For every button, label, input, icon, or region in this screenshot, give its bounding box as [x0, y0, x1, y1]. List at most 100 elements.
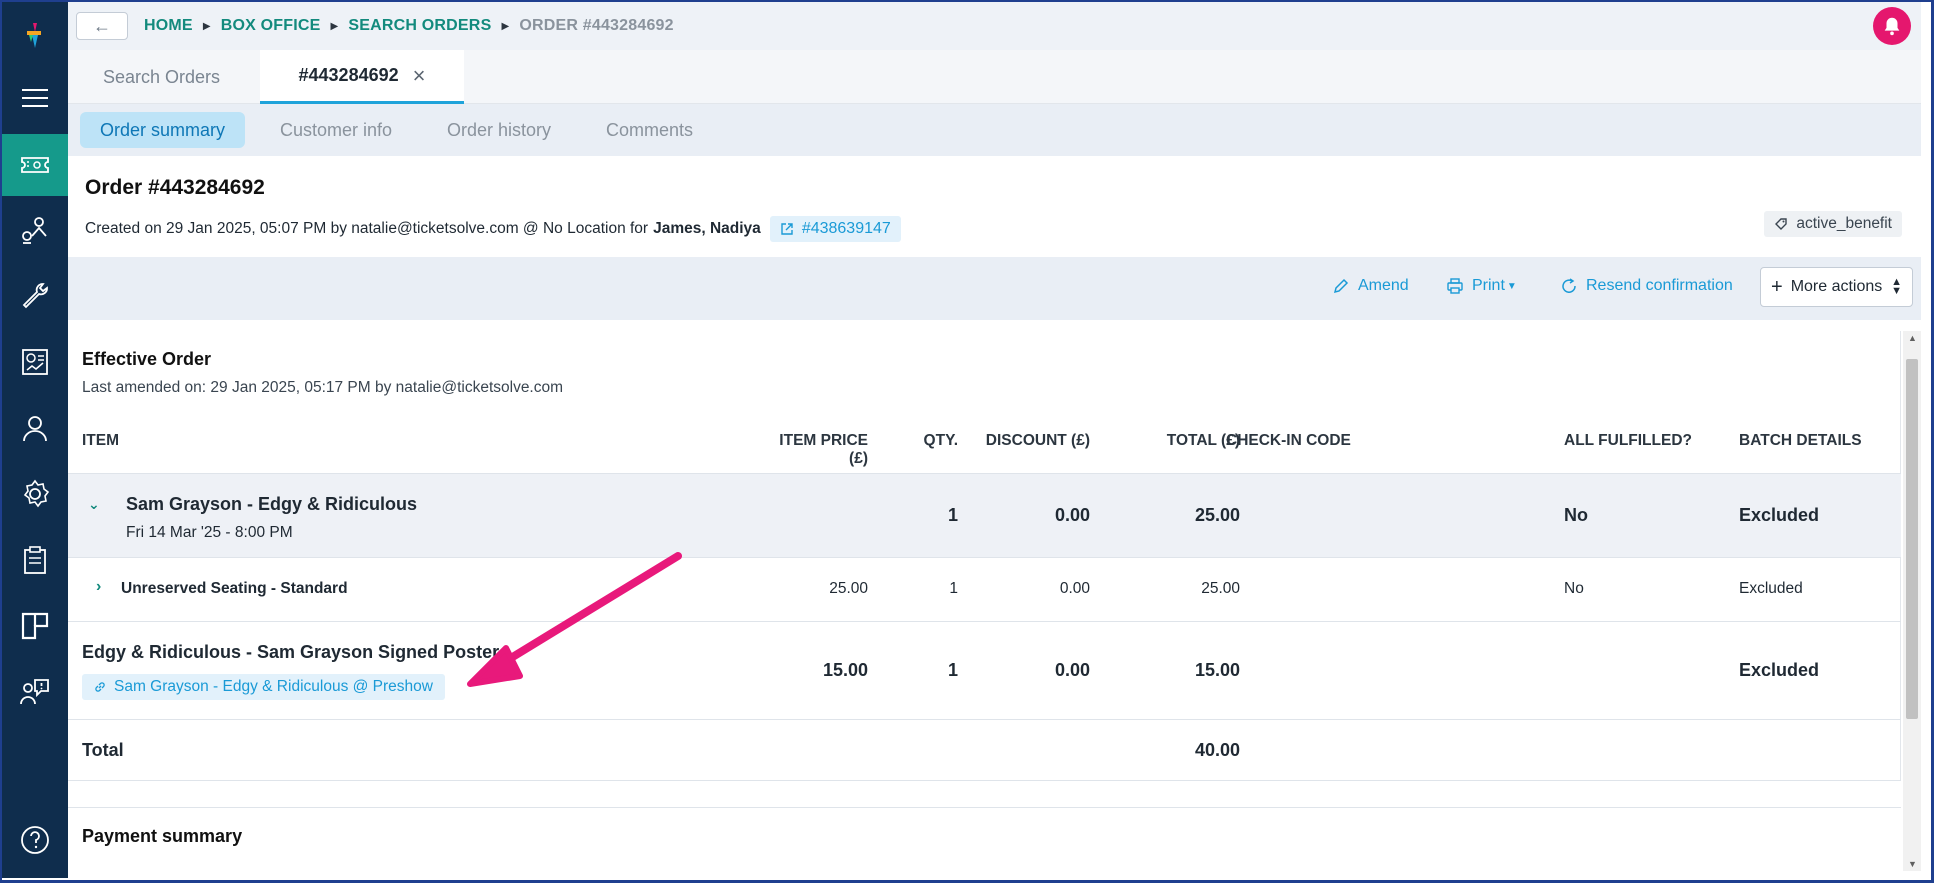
more-actions-label: More actions	[1790, 278, 1883, 295]
effective-order-panel: Effective Order Last amended on: 29 Jan …	[68, 331, 1901, 781]
tab-order[interactable]: #443284692 ×	[260, 50, 464, 104]
external-link-icon	[781, 223, 793, 235]
notification-bell-icon[interactable]	[1873, 7, 1911, 45]
tab-order-label: #443284692	[298, 65, 399, 85]
top-bar: ← HOME ▶ BOX OFFICE ▶ SEARCH ORDERS ▶ OR…	[68, 2, 1921, 50]
resend-label: Resend confirmation	[1586, 277, 1733, 294]
scroll-up-icon[interactable]: ▲	[1908, 333, 1917, 343]
seating-name: Unreserved Seating - Standard	[121, 580, 348, 597]
col-item-price: ITEM PRICE (£)	[779, 432, 868, 467]
page-title: Order #443284692	[85, 176, 265, 199]
customer-link-label: #438639147	[801, 220, 891, 237]
col-discount: DISCOUNT (£)	[985, 432, 1090, 449]
grand-total: 40.00	[1194, 740, 1240, 760]
order-tag[interactable]: active_benefit	[1764, 211, 1902, 237]
amend-label: Amend	[1358, 277, 1409, 294]
seating-qty: 1	[949, 580, 958, 597]
poster-total: 15.00	[1194, 660, 1240, 680]
caret-right-icon: ▶	[330, 20, 339, 32]
caret-right-icon: ▶	[202, 20, 211, 32]
event-qty: 1	[947, 505, 958, 525]
seating-fulfilled: No	[1564, 580, 1584, 597]
breadcrumb-home[interactable]: HOME	[144, 17, 193, 35]
effective-order-title: Effective Order	[82, 349, 212, 369]
poster-price: 15.00	[822, 660, 868, 680]
amend-button[interactable]: Amend	[1332, 277, 1409, 295]
help-icon[interactable]	[2, 812, 68, 868]
order-created-info: Created on 29 Jan 2025, 05:07 PM by nata…	[85, 216, 901, 242]
wrench-icon[interactable]	[2, 268, 68, 324]
col-total: TOTAL (£)	[1166, 432, 1240, 449]
col-item: ITEM	[82, 432, 120, 449]
person-icon[interactable]	[2, 400, 68, 456]
user-tree-icon[interactable]	[2, 202, 68, 258]
back-button[interactable]: ←	[76, 12, 128, 40]
plus-icon: +	[1771, 275, 1783, 298]
table-header: ITEM ITEM PRICE (£) QTY. DISCOUNT (£) TO…	[68, 432, 1901, 474]
payment-summary-title: Payment summary	[82, 826, 243, 846]
created-text: Created on 29 Jan 2025, 05:07 PM by nata…	[85, 220, 649, 237]
seating-total: 25.00	[1201, 580, 1240, 597]
seating-discount: 0.00	[1059, 580, 1090, 597]
poster-batch: Excluded	[1739, 660, 1820, 680]
breadcrumb-search-orders[interactable]: SEARCH ORDERS	[348, 17, 491, 35]
print-button[interactable]: Print ▼	[1446, 277, 1517, 295]
close-icon[interactable]: ×	[413, 63, 426, 89]
clipboard-icon[interactable]	[2, 532, 68, 588]
table-row: › Unreserved Seating - Standard 25.00 1 …	[68, 557, 1901, 621]
scrollbar-thumb[interactable]	[1906, 359, 1918, 719]
breadcrumb-current: ORDER #443284692	[519, 17, 674, 34]
print-label: Print	[1472, 277, 1505, 294]
scrollbar[interactable]: ▲ ▼	[1903, 331, 1921, 871]
event-fulfilled: No	[1564, 505, 1588, 525]
tag-label: active_benefit	[1796, 215, 1892, 232]
sort-arrows-icon: ▲ ▼	[1891, 276, 1902, 297]
resend-confirmation-button[interactable]: Resend confirmation	[1560, 277, 1733, 295]
support-icon[interactable]	[2, 664, 68, 720]
tab-comments[interactable]: Comments	[586, 112, 713, 148]
caret-down-icon: ▼	[1506, 280, 1517, 292]
table-row: Edgy & Ridiculous - Sam Grayson Signed P…	[68, 621, 1901, 719]
sidebar	[2, 2, 68, 878]
chevron-right-icon[interactable]: ›	[96, 578, 101, 596]
event-batch: Excluded	[1739, 505, 1820, 525]
poster-qty: 1	[947, 660, 958, 680]
linked-event-chip[interactable]: Sam Grayson - Edgy & Ridiculous @ Presho…	[82, 674, 445, 700]
breadcrumb-box-office[interactable]: BOX OFFICE	[221, 17, 321, 35]
scroll-down-icon[interactable]: ▼	[1908, 859, 1917, 869]
link-icon	[95, 682, 105, 692]
col-batch-details: BATCH DETAILS	[1739, 432, 1862, 449]
ticket-icon[interactable]	[2, 134, 68, 196]
layout-icon[interactable]	[2, 598, 68, 654]
col-all-fulfilled: ALL FULFILLED?	[1564, 432, 1692, 449]
seating-batch: Excluded	[1739, 580, 1803, 597]
breadcrumb: HOME ▶ BOX OFFICE ▶ SEARCH ORDERS ▶ ORDE…	[144, 17, 674, 35]
logo-icon[interactable]	[2, 8, 68, 64]
gear-icon[interactable]	[2, 466, 68, 522]
table-row: ⌄ Sam Grayson - Edgy & Ridiculous Fri 14…	[68, 473, 1901, 557]
tab-order-summary[interactable]: Order summary	[80, 112, 246, 148]
menu-icon[interactable]	[2, 70, 68, 126]
refresh-icon	[1562, 278, 1576, 293]
tab-order-history[interactable]: Order history	[427, 112, 571, 148]
linked-event-label: Sam Grayson - Edgy & Ridiculous @ Presho…	[114, 678, 433, 695]
more-actions-select[interactable]: + More actions ▲ ▼	[1760, 267, 1913, 307]
poster-name: Edgy & Ridiculous - Sam Grayson Signed P…	[82, 642, 500, 662]
table-row-total: Total 40.00	[68, 719, 1901, 781]
tab-search-orders[interactable]: Search Orders	[103, 50, 220, 104]
report-icon[interactable]	[2, 334, 68, 390]
customer-link[interactable]: #438639147	[769, 216, 901, 242]
total-label: Total	[82, 740, 124, 760]
printer-icon	[1447, 278, 1463, 294]
event-total: 25.00	[1194, 505, 1240, 525]
chevron-down-icon[interactable]: ⌄	[88, 496, 100, 513]
pencil-icon	[1333, 278, 1349, 294]
event-date: Fri 14 Mar '25 - 8:00 PM	[126, 524, 293, 541]
last-amended-text: Last amended on: 29 Jan 2025, 05:17 PM b…	[82, 379, 564, 396]
action-bar: Amend Print ▼ Resend confirmation + More…	[68, 257, 1921, 320]
tab-customer-info[interactable]: Customer info	[260, 112, 412, 148]
event-discount: 0.00	[1054, 505, 1090, 525]
tag-icon	[1775, 218, 1788, 230]
payment-summary-panel: Payment summary	[68, 807, 1901, 879]
caret-right-icon: ▶	[501, 20, 510, 32]
